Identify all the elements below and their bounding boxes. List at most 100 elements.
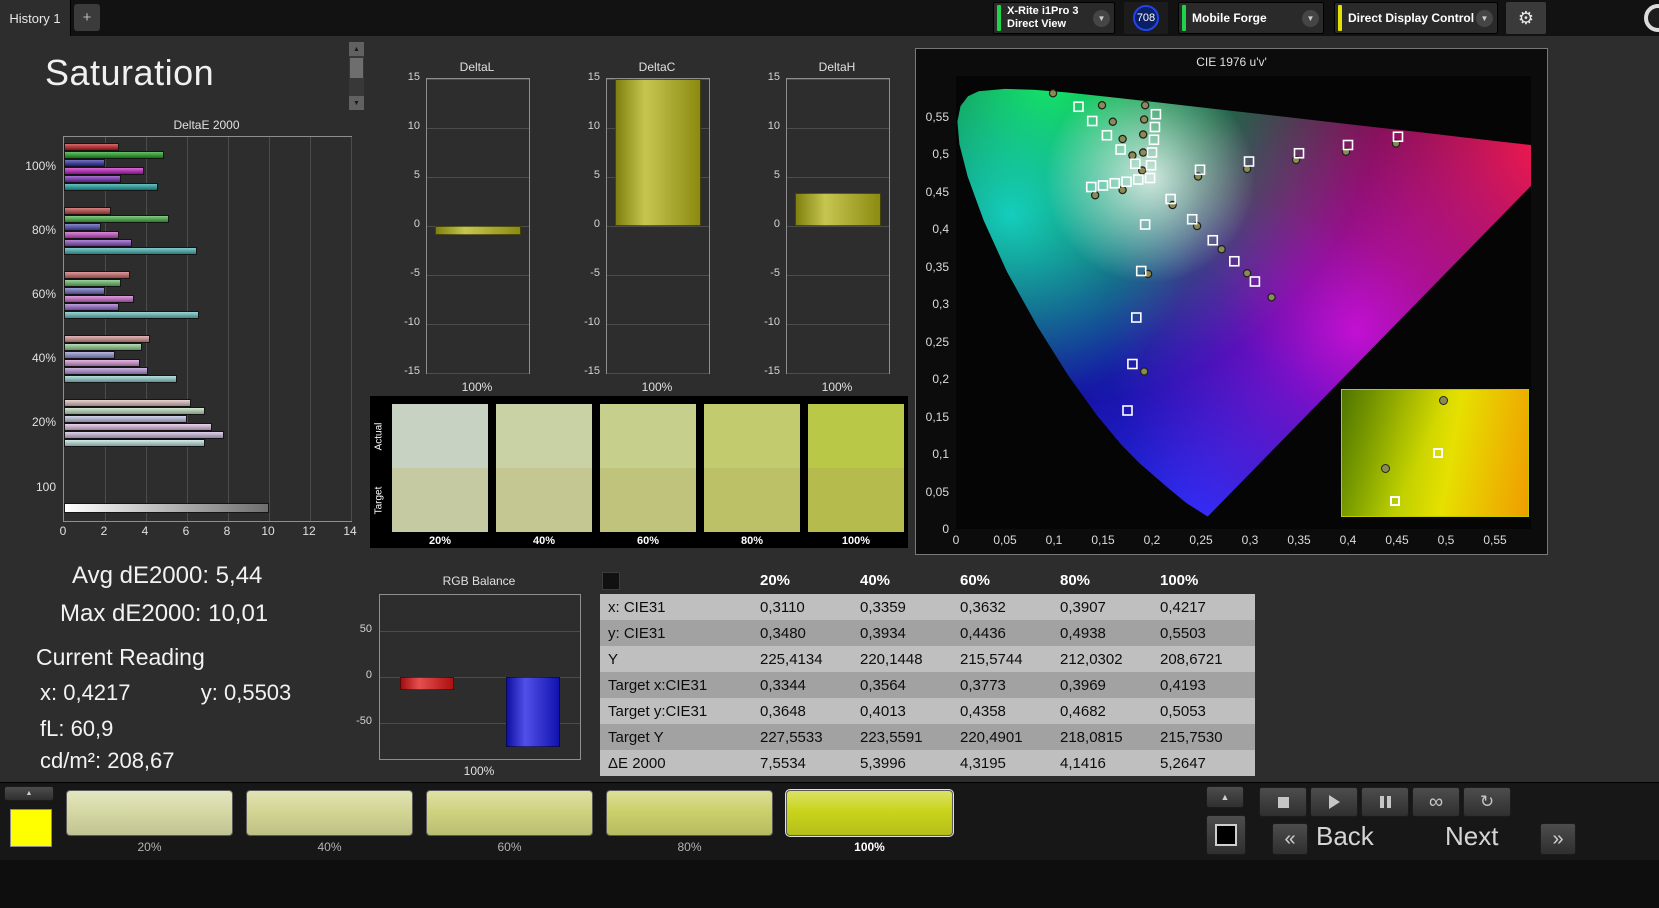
pattern-swatch-100%[interactable] (786, 790, 953, 836)
meter-dropdown[interactable]: X-Rite i1Pro 3 Direct View ▼ (993, 2, 1115, 34)
display-status-bar (1338, 5, 1342, 31)
back-chevron-button[interactable]: « (1272, 823, 1308, 855)
table-row: Target y:CIE31 0,3648 0,4013 0,4358 0,4682 0,… (600, 698, 1255, 724)
table-corner-handle[interactable] (602, 572, 620, 590)
grid-line (787, 226, 889, 227)
axis-tick: 0 (942, 522, 949, 536)
pattern-swatch-60%[interactable] (426, 790, 593, 836)
bar-group (64, 271, 351, 319)
table-cell: 0,3632 (960, 598, 1006, 616)
next-button[interactable]: Next (1445, 821, 1498, 852)
target-swatch (704, 468, 800, 532)
axis-tick: -10 (584, 316, 600, 328)
table-row: Y 225,4134 220,1448 215,5744 212,0302 208,672… (600, 646, 1255, 672)
expand-up-button-left[interactable]: ▲ (4, 786, 54, 801)
x-axis-label: 100% (821, 380, 853, 394)
bar (64, 287, 105, 295)
pause-button[interactable] (1361, 787, 1409, 817)
source-dropdown[interactable]: Mobile Forge ▼ (1178, 2, 1324, 34)
grid-line (607, 226, 709, 227)
scroll-up-button[interactable]: ▲ (349, 42, 364, 56)
table-row: Target Y 227,5533 223,5591 220,4901 218,0815… (600, 724, 1255, 750)
pattern-swatch-80%[interactable] (606, 790, 773, 836)
plot-area (379, 594, 581, 760)
row-label: y: CIE31 (608, 624, 666, 642)
axis-tick: 6 (182, 524, 190, 538)
pattern-swatch-label: 20% (137, 840, 162, 854)
stop-button[interactable] (1259, 787, 1307, 817)
swatch-column: 80% (704, 404, 800, 547)
y-axis: 15 10 5 0 -5 -10 -15 (396, 71, 423, 377)
axis-tick: 0 (593, 218, 600, 230)
measured-point (1242, 269, 1252, 278)
chevron-down-icon[interactable]: ▼ (1302, 9, 1319, 27)
bar (64, 399, 192, 407)
tab-history-1[interactable]: History 1 (0, 0, 71, 36)
x-axis-label: 100% (641, 380, 673, 394)
axis-tick: 0,45 (925, 184, 949, 199)
grid-line (269, 137, 270, 521)
play-button[interactable] (1310, 787, 1358, 817)
table-cell: 0,3934 (860, 624, 906, 642)
mini-scrollbar[interactable]: ▲ ▼ (349, 42, 364, 110)
loop-button[interactable]: ↻ (1463, 787, 1511, 817)
pattern-swatch-20%[interactable] (66, 790, 233, 836)
table-cell: 0,3969 (1060, 676, 1106, 694)
chevron-right-icon: » (1552, 827, 1564, 850)
axis-tick: 8 (223, 524, 231, 538)
axis-tick: 2 (100, 524, 108, 538)
next-chevron-button[interactable]: » (1540, 823, 1576, 855)
table-cell: 7,5534 (760, 754, 806, 772)
scroll-thumb[interactable] (350, 58, 363, 78)
pattern-window-button[interactable] (1206, 815, 1246, 855)
avg-de2000: Avg dE2000: 5,44 (72, 562, 263, 589)
table-cell: 0,4193 (1160, 676, 1206, 694)
axis-tick: 0,55 (925, 109, 949, 124)
pattern-square-icon (1215, 824, 1237, 846)
table-cell: 0,4013 (860, 702, 906, 720)
source-label: Mobile Forge (1192, 11, 1267, 25)
meter-count-tile[interactable]: 708 (1124, 2, 1168, 34)
bar (795, 192, 881, 226)
bar (64, 439, 206, 447)
axis-tick: 15 (587, 71, 600, 83)
edge-knob-button[interactable] (1644, 4, 1659, 32)
swatch-label: 20% (428, 535, 452, 547)
add-tab-button[interactable]: + (74, 4, 100, 31)
table-cell: 215,7530 (1160, 728, 1223, 746)
axis-tick: 0,25 (925, 334, 949, 349)
pattern-swatch-40%[interactable] (246, 790, 413, 836)
measured-point (1138, 130, 1148, 139)
actual-target-swatch-strip: Actual Target 20% 40% 60% 80% 100% (370, 396, 908, 548)
continuous-read-button[interactable]: ∞ (1412, 787, 1460, 817)
table-cell: 0,3480 (760, 624, 806, 642)
axis-tick: 10 (587, 120, 600, 132)
grid-line (310, 137, 311, 521)
grid-line (787, 324, 889, 325)
swatch-label: 60% (636, 535, 660, 547)
grid-line (607, 324, 709, 325)
target-swatch (392, 468, 488, 532)
back-button[interactable]: Back (1316, 821, 1374, 852)
axis-tick: 10 (261, 524, 275, 538)
chevron-down-icon[interactable]: ▼ (1476, 9, 1493, 27)
grid-line (427, 177, 529, 178)
bar (64, 295, 134, 303)
stop-icon (1277, 796, 1289, 808)
measured-point (1048, 89, 1058, 98)
bar (64, 143, 120, 151)
chevron-down-icon[interactable]: ▼ (1093, 9, 1110, 27)
plot-area (786, 78, 890, 374)
current-y: y: 0,5503 (200, 680, 292, 705)
axis-tick: -50 (356, 714, 372, 727)
display-control-dropdown[interactable]: Direct Display Control ▼ (1334, 2, 1498, 34)
display-control-label: Direct Display Control (1348, 11, 1475, 25)
axis-tick: -5 (770, 267, 780, 279)
bar-group (64, 207, 351, 255)
settings-button[interactable]: ⚙ (1506, 2, 1546, 34)
axis-tick: 15 (407, 71, 420, 83)
y-axis: 15 10 5 0 -5 -10 -15 (756, 71, 783, 377)
up-arrow-icon: ▲ (25, 790, 33, 797)
grid-line (146, 137, 147, 521)
expand-up-button-right[interactable]: ▲ (1206, 786, 1244, 808)
